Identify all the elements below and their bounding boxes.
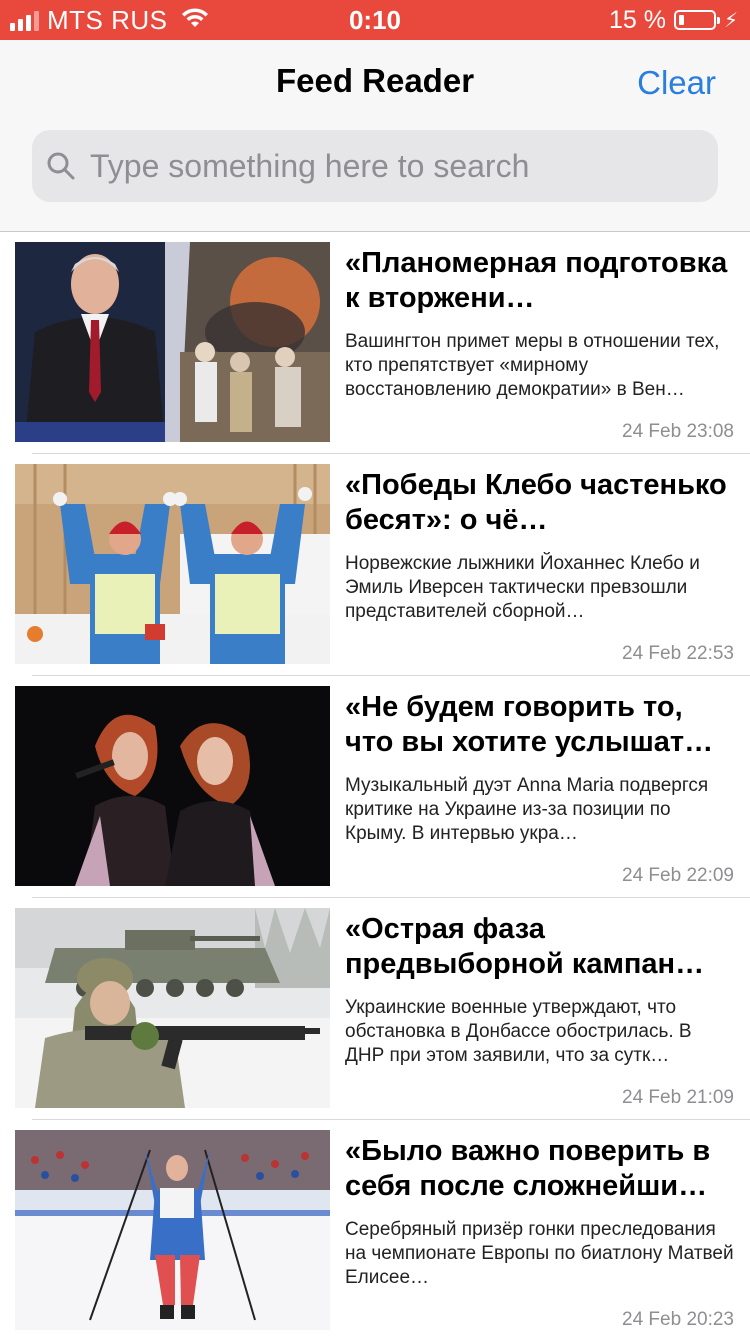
clear-button[interactable]: Clear — [637, 64, 716, 102]
search-icon — [46, 149, 80, 183]
navigation-bar: Feed Reader Clear — [0, 40, 750, 232]
item-date: 24 Feb 22:53 — [622, 643, 734, 664]
item-title: «Было важно поверить в себя после сложне… — [345, 1135, 711, 1202]
singers-on-stage-photo — [15, 686, 330, 886]
soldier-and-tank-photo — [15, 908, 330, 1108]
biathlete-finish-photo — [15, 1130, 330, 1330]
skiers-celebrating-photo — [15, 464, 330, 664]
status-bar: MTS RUS 0:10 15 % ⚡︎ — [0, 0, 750, 40]
battery-percentage: 15 % — [608, 5, 666, 34]
item-title: «Победы Клебо частенько бесят»: о чё… — [345, 469, 727, 536]
politician-and-protest-photo — [15, 242, 330, 442]
search-bar[interactable] — [32, 130, 718, 202]
item-title: «Не будем говорить то, что вы хотите усл… — [345, 691, 714, 758]
feed-item[interactable]: «Было важно поверить в себя после сложне… — [0, 1120, 750, 1342]
item-date: 24 Feb 20:23 — [622, 1309, 734, 1330]
item-date: 24 Feb 22:09 — [622, 865, 734, 886]
item-description: Украинские военные утверждают, что обста… — [345, 997, 692, 1066]
feed-item[interactable]: «Не будем говорить то, что вы хотите усл… — [0, 676, 750, 898]
item-title: «Острая фаза предвыборной кампан… — [345, 913, 705, 980]
item-description: Норвежские лыжники Йоханнес Клебо и Эмил… — [345, 553, 700, 622]
feed-item[interactable]: «Победы Клебо частенько бесят»: о чё… Но… — [0, 454, 750, 676]
charging-bolt-icon: ⚡︎ — [723, 9, 738, 32]
feed-item[interactable]: «Острая фаза предвыборной кампан… Украин… — [0, 898, 750, 1120]
item-description: Вашингтон примет меры в отношении тех, к… — [345, 331, 720, 400]
search-input[interactable] — [90, 147, 718, 185]
item-date: 24 Feb 21:09 — [622, 1087, 734, 1108]
battery-fill — [678, 15, 684, 25]
item-description: Серебряный призёр гонки преследования на… — [345, 1219, 734, 1288]
feed-item[interactable]: «Планомерная подготовка к вторжени… Ваши… — [0, 232, 750, 454]
battery-icon — [673, 10, 720, 30]
status-right: 15 % ⚡︎ — [609, 0, 738, 40]
item-description: Музыкальный дуэт Anna Maria подвергся кр… — [345, 775, 709, 844]
item-date: 24 Feb 23:08 — [622, 421, 734, 442]
item-title: «Планомерная подготовка к вторжени… — [345, 247, 728, 314]
feed-list: «Планомерная подготовка к вторжени… Ваши… — [0, 232, 750, 1342]
